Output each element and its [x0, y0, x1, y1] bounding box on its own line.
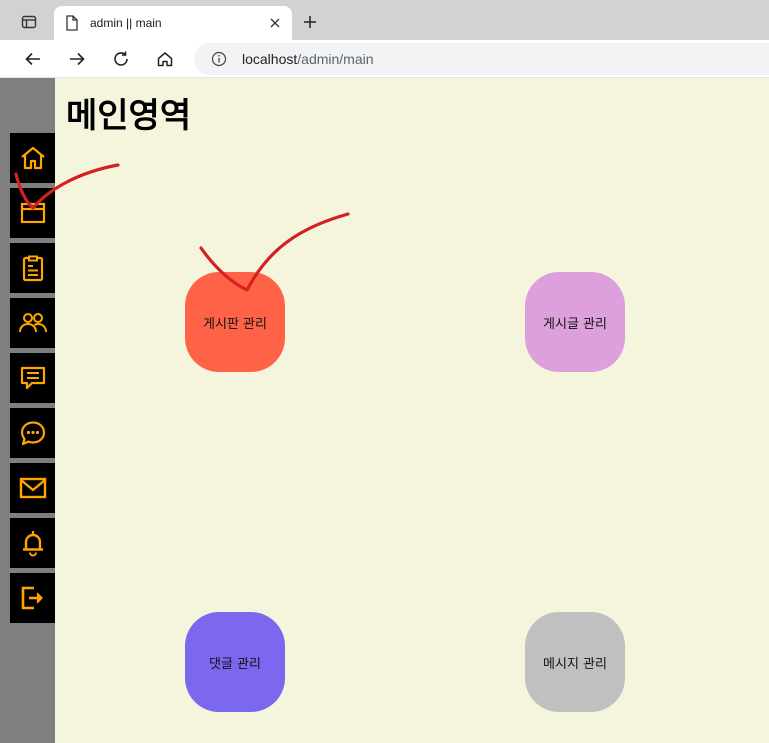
logout-icon — [21, 586, 43, 610]
sidebar-item-mail[interactable] — [10, 463, 55, 513]
sidebar-item-messages[interactable] — [10, 353, 55, 403]
sidebar-item-window[interactable] — [10, 188, 55, 238]
browser-tab-strip: admin || main — [0, 0, 769, 40]
sidebar-item-chat[interactable] — [10, 408, 55, 458]
bell-icon — [22, 531, 43, 557]
address-bar[interactable]: localhost/admin/main — [194, 43, 769, 75]
comment-management-button[interactable]: 댓글 관리 — [185, 612, 285, 712]
page-viewport: 메인영역 게시판 관리 게시글 관리 댓글 관리 메시지 관리 — [0, 78, 769, 743]
forward-icon[interactable] — [63, 45, 91, 73]
mail-icon — [19, 477, 46, 499]
users-icon — [18, 313, 47, 333]
url-path: /admin/main — [297, 51, 374, 67]
close-tab-icon[interactable] — [266, 14, 284, 32]
page-title: 메인영역 — [66, 96, 192, 136]
board-management-button[interactable]: 게시판 관리 — [185, 272, 285, 372]
reload-icon[interactable] — [107, 45, 135, 73]
clipboard-icon — [22, 255, 43, 282]
window-icon — [20, 202, 45, 224]
browser-tab[interactable]: admin || main — [54, 6, 292, 40]
url-host: localhost — [242, 51, 298, 67]
sidebar-item-logout[interactable] — [10, 573, 55, 623]
site-info-icon[interactable] — [210, 50, 228, 68]
tab-actions-icon[interactable] — [12, 10, 46, 34]
sidebar-item-clipboard[interactable] — [10, 243, 55, 293]
sidebar-item-notifications[interactable] — [10, 518, 55, 568]
home-browser-icon[interactable] — [151, 45, 179, 73]
post-management-button[interactable]: 게시글 관리 — [525, 272, 625, 372]
sidebar-item-home[interactable] — [10, 133, 55, 183]
back-icon[interactable] — [19, 45, 47, 73]
tab-title: admin || main — [90, 16, 162, 30]
url-text: localhost/admin/main — [242, 51, 374, 67]
browser-toolbar: localhost/admin/main — [0, 40, 769, 78]
chat-bubble-icon — [20, 421, 45, 446]
sidebar-item-users[interactable] — [10, 298, 55, 348]
message-icon — [20, 366, 45, 390]
new-tab-icon[interactable] — [298, 10, 322, 34]
home-icon — [20, 146, 45, 170]
message-management-button[interactable]: 메시지 관리 — [525, 612, 625, 712]
page-document-icon — [64, 15, 80, 31]
